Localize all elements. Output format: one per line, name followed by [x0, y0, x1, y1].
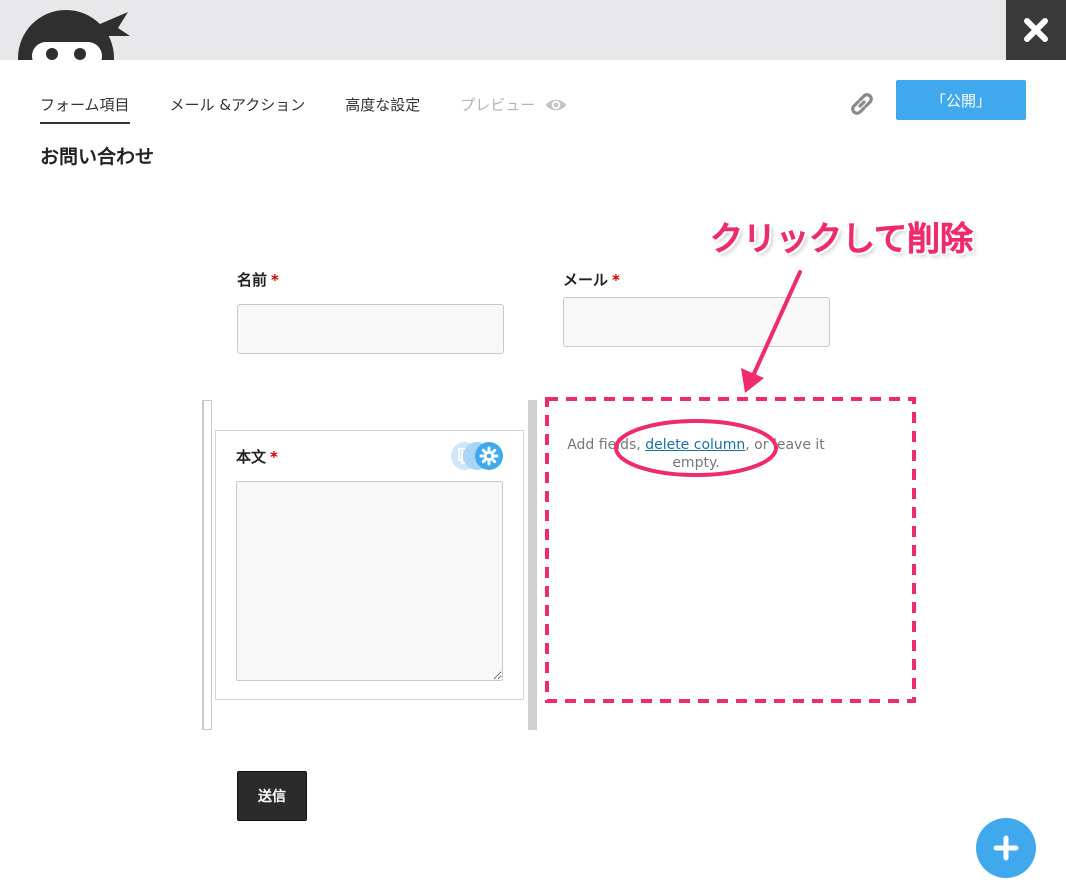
empty-column-text-before: Add fields, [567, 437, 646, 453]
tab-preview[interactable]: プレビュー [460, 94, 567, 124]
tab-form-fields[interactable]: フォーム項目 [40, 94, 130, 124]
form-title: お問い合わせ [40, 146, 155, 168]
publish-button[interactable]: 「公開」 [896, 80, 1026, 120]
close-icon [1024, 18, 1048, 42]
gear-icon[interactable] [475, 442, 503, 470]
body-textarea[interactable] [236, 481, 503, 681]
name-input[interactable] [237, 304, 504, 354]
submit-button[interactable]: 送信 [237, 771, 307, 821]
builder-tabs: フォーム項目 メール &アクション 高度な設定 プレビュー [40, 94, 607, 126]
email-field-label: メール * [563, 269, 620, 290]
field-actions [450, 441, 506, 471]
row-drag-handle[interactable] [202, 400, 212, 730]
required-mark: * [612, 271, 620, 289]
tab-emails-actions[interactable]: メール &アクション [170, 94, 306, 124]
ninja-logo [18, 6, 133, 60]
tab-preview-label: プレビュー [460, 96, 536, 114]
tab-advanced[interactable]: 高度な設定 [345, 94, 420, 124]
body-label-text: 本文 [236, 448, 267, 466]
delete-column-link[interactable]: delete column [645, 437, 745, 453]
name-field-label: 名前 * [237, 269, 279, 290]
body-field-label: 本文 * [236, 446, 278, 467]
plus-icon [993, 835, 1019, 861]
annotation-label: クリックして削除 [710, 219, 974, 259]
link-icon[interactable] [846, 88, 878, 120]
close-button[interactable] [1006, 0, 1066, 60]
required-mark: * [270, 448, 278, 466]
add-field-button[interactable] [976, 818, 1036, 878]
email-input[interactable] [563, 297, 830, 347]
column-divider[interactable] [528, 400, 537, 730]
eye-icon [546, 99, 567, 111]
email-label-text: メール [563, 271, 609, 289]
required-mark: * [271, 271, 279, 289]
top-bar [0, 0, 1066, 60]
empty-column-message: Add fields, delete column, or leave it e… [558, 436, 834, 472]
name-label-text: 名前 [237, 271, 268, 289]
